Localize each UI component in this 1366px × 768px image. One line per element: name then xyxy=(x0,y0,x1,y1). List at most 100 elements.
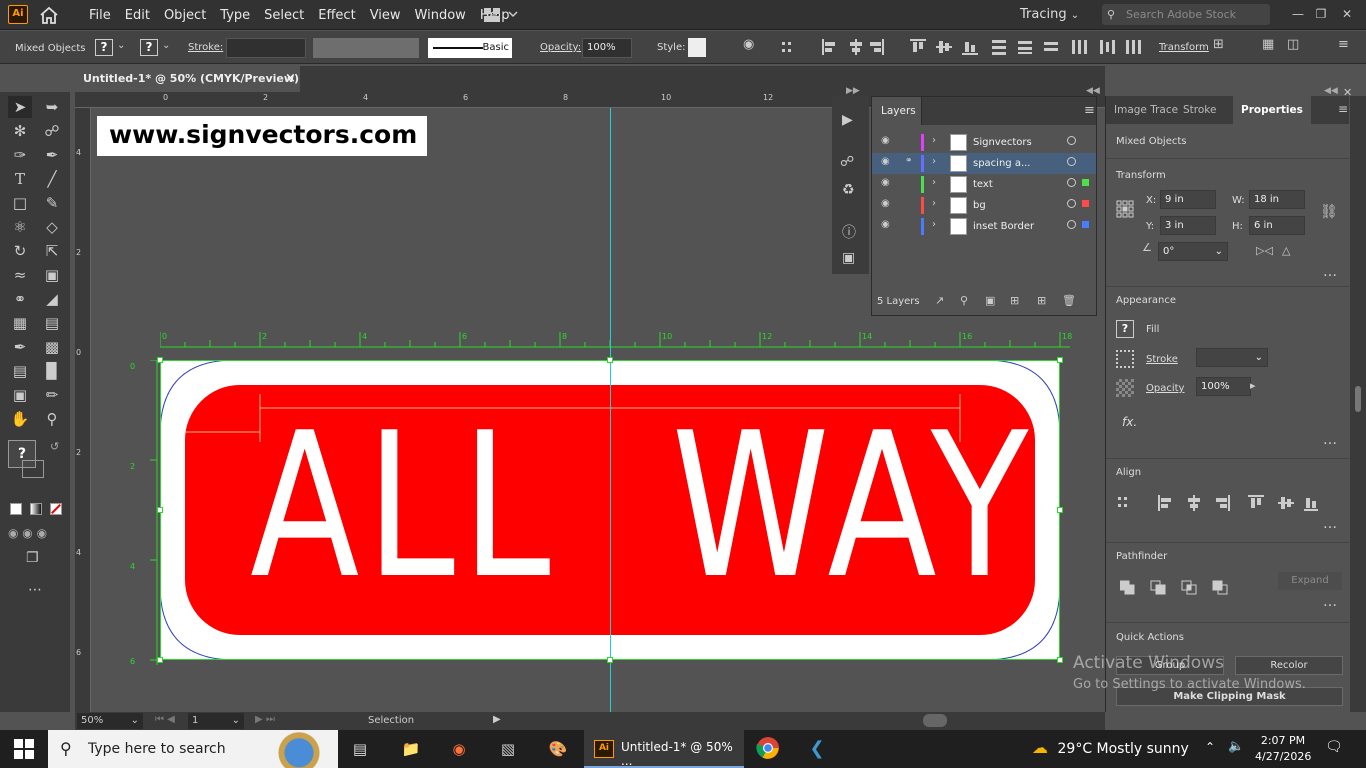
shape-builder-icon[interactable]: ◫ xyxy=(1287,37,1299,52)
handle-ml[interactable] xyxy=(157,507,163,513)
eyedropper-tool-icon[interactable]: ✒ xyxy=(8,336,32,358)
mesh-tool-icon[interactable]: ▦ xyxy=(8,312,32,334)
illustrator-taskbar-button[interactable]: Ai Untitled-1* @ 50% ... xyxy=(584,730,744,768)
rotate-tool-icon[interactable]: ↻ xyxy=(8,240,32,262)
notifications-icon[interactable]: 🗨 xyxy=(1325,739,1343,755)
lasso-tool-icon[interactable]: ☍ xyxy=(40,120,64,142)
free-transform-tool-icon[interactable]: ▣ xyxy=(40,264,64,286)
expand-layer-icon[interactable]: › xyxy=(932,198,936,209)
y-field[interactable]: 3 in xyxy=(1160,216,1216,235)
close-tab-icon[interactable]: × xyxy=(285,66,296,92)
expand-layer-icon[interactable]: › xyxy=(932,156,936,167)
document-info-icon[interactable]: ⓘ xyxy=(842,222,856,242)
expand-layer-icon[interactable]: › xyxy=(932,135,936,146)
menu-view[interactable]: View xyxy=(363,8,408,23)
layers-tab[interactable]: Layers xyxy=(872,97,922,125)
fill-swatch[interactable]: ? xyxy=(95,39,113,56)
brush-definition[interactable]: Basic xyxy=(428,38,512,58)
magic-wand-tool-icon[interactable]: ✻ xyxy=(8,120,32,142)
vscode-icon[interactable]: ❮ xyxy=(803,736,831,762)
flip-vertical-icon[interactable]: △ xyxy=(1282,244,1290,257)
stroke-label-props[interactable]: Stroke xyxy=(1146,354,1178,365)
shaper-tool-icon[interactable]: ⚛ xyxy=(8,216,32,238)
tab-stroke[interactable]: Stroke xyxy=(1175,96,1224,124)
props-menu-icon[interactable]: ≡ xyxy=(1338,102,1348,116)
layer-row[interactable]: ◉ › text xyxy=(872,174,1096,195)
appearance-stroke-swatch[interactable] xyxy=(1116,350,1134,368)
close-window-button[interactable]: ✕ xyxy=(1336,0,1358,28)
visibility-eye-icon[interactable]: ◉ xyxy=(881,198,890,209)
target-circle-icon[interactable] xyxy=(1067,157,1076,166)
pathfinder-more-icon[interactable]: … xyxy=(1323,594,1338,610)
expand-layer-icon[interactable]: › xyxy=(932,219,936,230)
type-tool-icon[interactable]: T xyxy=(8,168,32,190)
selection-tool-icon[interactable]: ➤ xyxy=(8,96,32,118)
arrange-icon[interactable]: ▦ xyxy=(1262,37,1274,52)
tray-chevron-icon[interactable]: ⌃ xyxy=(1205,740,1215,754)
constrain-proportions-icon[interactable]: ⛓ xyxy=(1320,204,1338,220)
zoom-tool-icon[interactable]: ⚲ xyxy=(40,408,64,430)
menu-window[interactable]: Window xyxy=(408,8,473,23)
reference-point-icon[interactable] xyxy=(1116,200,1134,218)
handle-tm[interactable] xyxy=(607,357,613,363)
chrome-icon[interactable] xyxy=(754,736,782,762)
weather-widget[interactable]: ☁ 29°C Mostly sunny xyxy=(1032,738,1189,760)
calendar-app-icon[interactable]: ▧ xyxy=(494,736,522,762)
eraser-tool-icon[interactable]: ◇ xyxy=(40,216,64,238)
scale-tool-icon[interactable]: ⇱ xyxy=(40,240,64,262)
artboard-tool-icon[interactable]: ▣ xyxy=(8,384,32,406)
flip-horizontal-icon[interactable]: ▷◁ xyxy=(1256,244,1273,257)
opacity-label-props[interactable]: Opacity xyxy=(1146,383,1184,394)
graphic-style-swatch[interactable] xyxy=(688,38,706,57)
handle-br[interactable] xyxy=(1057,657,1063,663)
navigator-icon[interactable]: ▣ xyxy=(842,250,855,266)
gradient-tool-icon[interactable]: ▤ xyxy=(40,312,64,334)
stroke-dropdown-icon[interactable]: ⌄ xyxy=(162,40,170,51)
fill-dropdown-icon[interactable]: ⌄ xyxy=(117,40,125,51)
actions-icon[interactable]: ▶ xyxy=(842,112,853,128)
home-icon[interactable] xyxy=(38,5,60,25)
restore-button[interactable]: ❐ xyxy=(1310,0,1332,28)
layer-row[interactable]: ◉ › Signvectors xyxy=(872,132,1096,153)
appearance-more-icon[interactable]: … xyxy=(1323,432,1338,448)
layer-row[interactable]: ◉ › inset Border xyxy=(872,216,1096,237)
stroke-weight-field[interactable] xyxy=(226,38,306,58)
file-explorer-icon[interactable]: 📁 xyxy=(397,736,425,762)
locate-object-icon[interactable]: ↗ xyxy=(935,294,944,307)
opacity-arrow-icon[interactable]: ▸ xyxy=(1250,379,1256,392)
visibility-eye-icon[interactable]: ◉ xyxy=(881,177,890,188)
blend-tool-icon[interactable]: ▩ xyxy=(40,336,64,358)
start-button[interactable] xyxy=(14,739,34,759)
new-layer-icon[interactable]: ⊞ xyxy=(1037,294,1046,307)
transform-link[interactable]: Transform xyxy=(1159,42,1209,53)
asset-export-icon[interactable]: ♻ xyxy=(842,182,855,198)
curvature-tool-icon[interactable]: ✒ xyxy=(40,144,64,166)
vertical-scroll-thumb[interactable] xyxy=(1355,386,1361,412)
artboard-number-field[interactable]: 1 ⌄ xyxy=(188,713,244,729)
search-layers-icon[interactable]: ⚲ xyxy=(960,294,968,307)
align-icons-row[interactable] xyxy=(1118,494,1318,512)
task-view-icon[interactable]: ▤ xyxy=(346,736,374,762)
expand-button[interactable]: Expand xyxy=(1278,572,1342,590)
transform-more-icon[interactable]: … xyxy=(1323,264,1338,280)
width-field[interactable]: 18 in xyxy=(1249,190,1305,209)
properties-collapse-icon[interactable]: ◀◀ xyxy=(1324,86,1338,96)
visibility-eye-icon[interactable]: ◉ xyxy=(881,156,890,167)
paint-app-icon[interactable]: 🎨 xyxy=(544,736,572,762)
recolor-artwork-icon[interactable]: ◉ xyxy=(743,37,754,52)
zoom-field[interactable]: 50% ⌄ xyxy=(77,713,143,729)
fill-stroke-widget[interactable]: ? xyxy=(8,440,44,478)
vertical-scrollbar[interactable] xyxy=(1350,96,1366,712)
target-circle-icon[interactable] xyxy=(1067,220,1076,229)
panel-menu-icon[interactable]: ≡ xyxy=(1338,37,1349,52)
handle-mr[interactable] xyxy=(1057,507,1063,513)
direct-selection-tool-icon[interactable]: ➥ xyxy=(40,96,64,118)
system-clock[interactable]: 2:07 PM 4/27/2026 xyxy=(1255,733,1311,765)
artboard-nav-prev-icon[interactable]: ⏮ ◀ xyxy=(155,714,175,725)
status-menu-arrow-icon[interactable]: ▶ xyxy=(493,714,501,725)
isolate-icon[interactable]: ⊞ xyxy=(1213,37,1224,52)
shape-builder-tool-icon[interactable]: ⚭ xyxy=(8,288,32,310)
menu-type[interactable]: Type xyxy=(213,8,257,23)
screen-mode-icon[interactable]: ❐ xyxy=(26,550,39,566)
horizontal-scroll-thumb[interactable] xyxy=(923,714,947,727)
